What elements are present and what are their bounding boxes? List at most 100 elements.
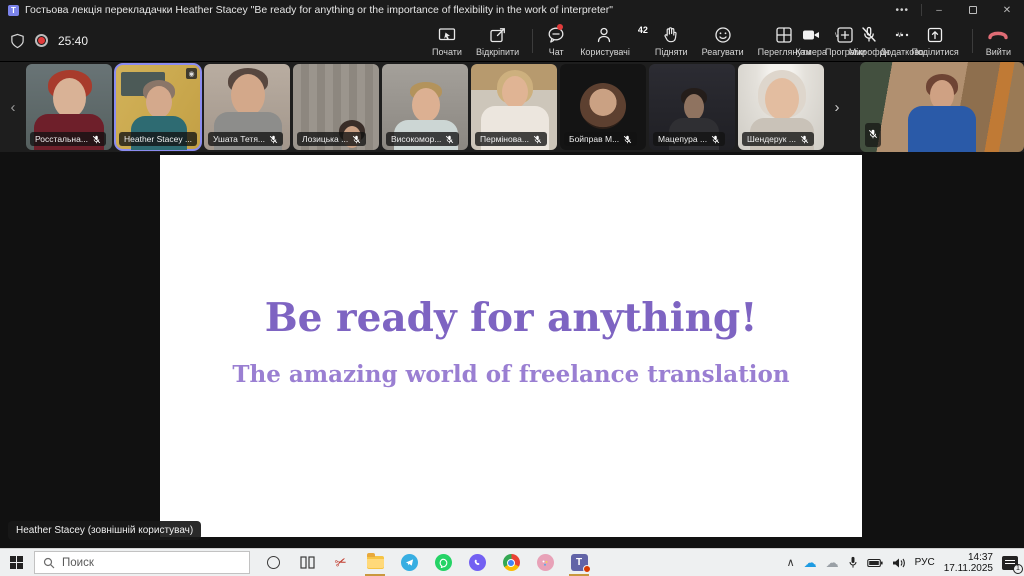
participant-tile[interactable]: Шендерук ... bbox=[738, 64, 824, 150]
windows-taskbar: Поиск ✂ bbox=[0, 548, 1024, 576]
telegram-icon bbox=[401, 554, 418, 571]
paint-app-button[interactable] bbox=[528, 549, 562, 576]
teams-meeting-window: T Гостьова лекція перекладачки Heather S… bbox=[0, 0, 1024, 576]
participant-tile[interactable]: Мацепура ... bbox=[649, 64, 735, 150]
hidden-icons-chevron-icon[interactable]: ∧ bbox=[787, 556, 795, 569]
task-view-icon bbox=[300, 556, 315, 569]
clock[interactable]: 14:37 17.11.2025 bbox=[944, 552, 993, 574]
shared-slide: Be ready for anything! The amazing world… bbox=[160, 155, 862, 537]
presentation-stage: Be ready for anything! The amazing world… bbox=[0, 152, 1024, 548]
unpin-icon bbox=[488, 25, 508, 45]
mic-muted-icon bbox=[623, 135, 632, 144]
mic-chevron-icon[interactable]: ∨ bbox=[897, 30, 903, 39]
recording-indicator-icon bbox=[35, 34, 48, 47]
mic-muted-icon bbox=[868, 129, 878, 139]
participant-tile[interactable]: Лозицька ... bbox=[293, 64, 379, 150]
task-view-button[interactable] bbox=[290, 549, 324, 576]
participants-count: 42 bbox=[638, 25, 648, 35]
participant-tile[interactable]: Високомор... bbox=[382, 64, 468, 150]
mic-muted-icon bbox=[445, 135, 454, 144]
restore-button[interactable] bbox=[956, 0, 990, 20]
tray-mic-icon[interactable] bbox=[848, 556, 858, 569]
start-button[interactable] bbox=[10, 556, 23, 569]
participant-name: Високомор... bbox=[391, 134, 441, 144]
titlebar-more-button[interactable]: ••• bbox=[883, 5, 921, 16]
cortana-icon bbox=[267, 556, 280, 569]
raise-hand-button[interactable]: Підняти bbox=[648, 20, 695, 62]
onedrive-icon[interactable]: ☁ bbox=[804, 556, 817, 569]
toolbar-divider bbox=[972, 29, 973, 53]
restore-icon bbox=[969, 6, 977, 14]
participant-tile[interactable]: Пермінова... bbox=[471, 64, 557, 150]
paint-palette-icon bbox=[537, 554, 554, 571]
mic-muted-icon bbox=[269, 135, 278, 144]
share-button[interactable]: Поділитися bbox=[904, 20, 965, 62]
camera-chevron-icon[interactable]: ∨ bbox=[834, 30, 840, 39]
meeting-toolbar: 25:40 Почати Відкріпити bbox=[0, 20, 1024, 62]
teams-notification-dot bbox=[583, 565, 591, 573]
whatsapp-button[interactable] bbox=[426, 549, 460, 576]
mic-button[interactable]: Мікрофон bbox=[842, 20, 897, 62]
teams-taskbar-button[interactable]: T bbox=[562, 549, 596, 576]
cloud-app-icon[interactable]: ☁ bbox=[826, 556, 839, 569]
mic-muted-icon bbox=[711, 135, 720, 144]
search-placeholder: Поиск bbox=[62, 557, 94, 569]
speaker-icon[interactable] bbox=[892, 557, 906, 569]
notification-count-badge: 1 bbox=[1013, 564, 1023, 574]
scroll-left-chevron-icon[interactable]: ‹ bbox=[0, 99, 26, 116]
telegram-button[interactable] bbox=[392, 549, 426, 576]
self-video-tile[interactable] bbox=[860, 62, 1024, 152]
participants-button[interactable]: 42 Користувачі bbox=[573, 20, 648, 62]
close-button[interactable]: ✕ bbox=[990, 0, 1024, 20]
share-icon bbox=[925, 25, 945, 45]
scroll-right-chevron-icon[interactable]: › bbox=[824, 99, 850, 116]
viber-icon bbox=[469, 554, 486, 571]
participant-name: Бойправ М... bbox=[569, 134, 619, 144]
window-title: Гостьова лекція перекладачки Heather Sta… bbox=[25, 4, 613, 16]
minimize-button[interactable]: – bbox=[922, 0, 956, 20]
start-sharing-button[interactable]: Почати bbox=[425, 20, 469, 62]
camera-button[interactable]: Камера bbox=[788, 20, 833, 62]
snipping-tool-icon: ✂ bbox=[333, 553, 350, 573]
participant-tile[interactable]: Росстальна... bbox=[26, 64, 112, 150]
battery-icon[interactable] bbox=[867, 558, 883, 568]
pin-icon: ◉ bbox=[186, 68, 197, 79]
chat-button[interactable]: Чат bbox=[539, 20, 573, 62]
leave-button[interactable]: Вийти bbox=[979, 20, 1018, 62]
raise-hand-icon bbox=[661, 25, 681, 45]
cortana-button[interactable] bbox=[256, 549, 290, 576]
shield-icon bbox=[10, 33, 25, 49]
slide-title: Be ready for anything! bbox=[160, 295, 862, 341]
language-indicator[interactable]: РУС bbox=[915, 557, 935, 568]
mic-muted-icon bbox=[859, 25, 879, 45]
smiley-icon bbox=[713, 25, 733, 45]
unpin-button[interactable]: Відкріпити bbox=[469, 20, 526, 62]
viber-button[interactable] bbox=[460, 549, 494, 576]
hang-up-icon bbox=[986, 25, 1010, 45]
title-bar: T Гостьова лекція перекладачки Heather S… bbox=[0, 0, 1024, 20]
mic-muted-icon bbox=[352, 135, 361, 144]
mic-muted-icon bbox=[92, 135, 101, 144]
participant-tile[interactable]: Ушата Тетя... bbox=[204, 64, 290, 150]
chrome-button[interactable] bbox=[494, 549, 528, 576]
react-button[interactable]: Реагувати bbox=[695, 20, 751, 62]
mic-muted-icon bbox=[800, 135, 809, 144]
system-tray: ∧ ☁ ☁ РУС 14:37 17.11.2025 bbox=[787, 552, 1024, 574]
participant-tile[interactable]: Бойправ М... bbox=[560, 64, 646, 150]
teams-icon: T bbox=[571, 554, 588, 571]
participant-filmstrip: ‹ Росстальна... ◉ Heather Stacey ... bbox=[0, 62, 1024, 152]
participant-name: Шендерук ... bbox=[747, 134, 796, 144]
toolbar-divider bbox=[532, 29, 533, 53]
snipping-tool-button[interactable]: ✂ bbox=[324, 549, 358, 576]
camera-icon bbox=[800, 25, 822, 45]
mic-muted-icon bbox=[533, 135, 542, 144]
participant-tile-active-speaker[interactable]: ◉ Heather Stacey ... bbox=[115, 64, 201, 150]
taskbar-search-input[interactable]: Поиск bbox=[34, 551, 250, 574]
action-center-icon[interactable]: 1 bbox=[1002, 556, 1018, 570]
slide-subtitle: The amazing world of freelance translati… bbox=[160, 361, 862, 388]
participant-name: Лозицька ... bbox=[302, 134, 348, 144]
participant-name: Heather Stacey ... bbox=[124, 134, 192, 144]
chat-icon bbox=[546, 25, 566, 45]
file-explorer-button[interactable] bbox=[358, 549, 392, 576]
tray-time: 14:37 bbox=[944, 552, 993, 563]
